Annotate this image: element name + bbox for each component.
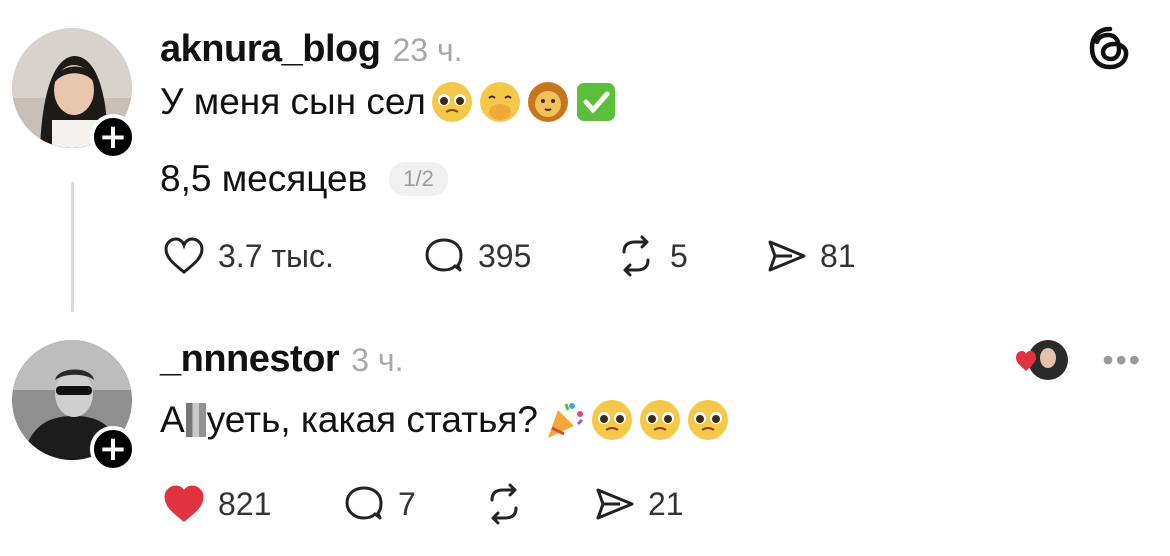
post-text-prefix: А (160, 399, 185, 440)
post-nnnestor: + _nnnestor 3 ч. ••• А уеть, какая стать… (0, 330, 1170, 556)
thread-connector-line (71, 182, 74, 312)
check-mark-button-icon (576, 83, 615, 121)
author-avatar[interactable]: + (12, 28, 136, 160)
censor-pixelation (185, 403, 206, 437)
heart-filled-icon (164, 485, 204, 522)
post-text-suffix: уеть, какая статья? (206, 399, 539, 440)
repost-count: 5 (670, 237, 688, 274)
share-button[interactable]: 81 (762, 232, 856, 280)
author-liked-indicator (1016, 340, 1068, 380)
post-actions: 3.7 тыс. 395 5 81 (160, 232, 856, 280)
reply-count: 395 (478, 237, 532, 274)
post-text-line-2: 8,5 месяцев 1/2 (160, 158, 448, 200)
reply-button[interactable]: 395 (420, 232, 612, 280)
media-pager: 1/2 (389, 162, 448, 196)
post-text: 8,5 месяцев (160, 158, 368, 199)
pleading-face-icon (640, 400, 681, 440)
pleading-face-icon (431, 82, 472, 122)
post-header: _nnnestor 3 ч. (160, 338, 403, 381)
author-avatar[interactable]: + (12, 340, 136, 472)
share-count: 81 (820, 237, 856, 274)
speech-bubble-icon (345, 486, 383, 520)
post-header: aknura_blog 23 ч. (160, 28, 463, 71)
share-button[interactable]: 21 (590, 480, 684, 528)
username[interactable]: aknura_blog (160, 28, 381, 71)
like-button[interactable]: 3.7 тыс. (160, 232, 420, 280)
like-count: 3.7 тыс. (218, 237, 334, 274)
more-options-button[interactable]: ••• (1102, 342, 1142, 379)
repost-button[interactable]: 5 (612, 232, 762, 280)
hand-over-mouth-icon (479, 82, 520, 122)
post-aknura: + aknura_blog 23 ч. У меня сын сел 8,5 м… (0, 0, 1170, 330)
send-icon (596, 488, 634, 520)
pleading-face-icon (592, 400, 633, 440)
repost-icon (622, 235, 650, 277)
post-text-line-1: А уеть, какая статья? (160, 398, 730, 442)
lion-icon (527, 82, 568, 122)
like-button[interactable]: 821 (160, 480, 340, 528)
send-icon (768, 240, 806, 272)
like-count: 821 (218, 485, 272, 522)
timestamp: 3 ч. (351, 342, 404, 378)
username[interactable]: _nnnestor (160, 338, 340, 381)
threads-icon[interactable] (1086, 24, 1134, 72)
follow-plus-button[interactable]: + (90, 426, 136, 472)
timestamp: 23 ч. (392, 32, 463, 68)
repost-icon (490, 483, 518, 525)
speech-bubble-icon (425, 238, 463, 272)
reply-count: 7 (398, 485, 416, 522)
repost-button[interactable] (480, 480, 590, 528)
post-text-line-1: У меня сын сел (160, 80, 618, 124)
post-text: У меня сын сел (160, 81, 426, 122)
follow-plus-button[interactable]: + (90, 114, 136, 160)
pleading-face-icon (688, 400, 729, 440)
share-count: 21 (648, 485, 684, 522)
party-popper-icon (548, 403, 584, 438)
post-actions: 821 7 21 (160, 480, 684, 528)
heart-icon (164, 237, 204, 274)
reply-button[interactable]: 7 (340, 480, 480, 528)
